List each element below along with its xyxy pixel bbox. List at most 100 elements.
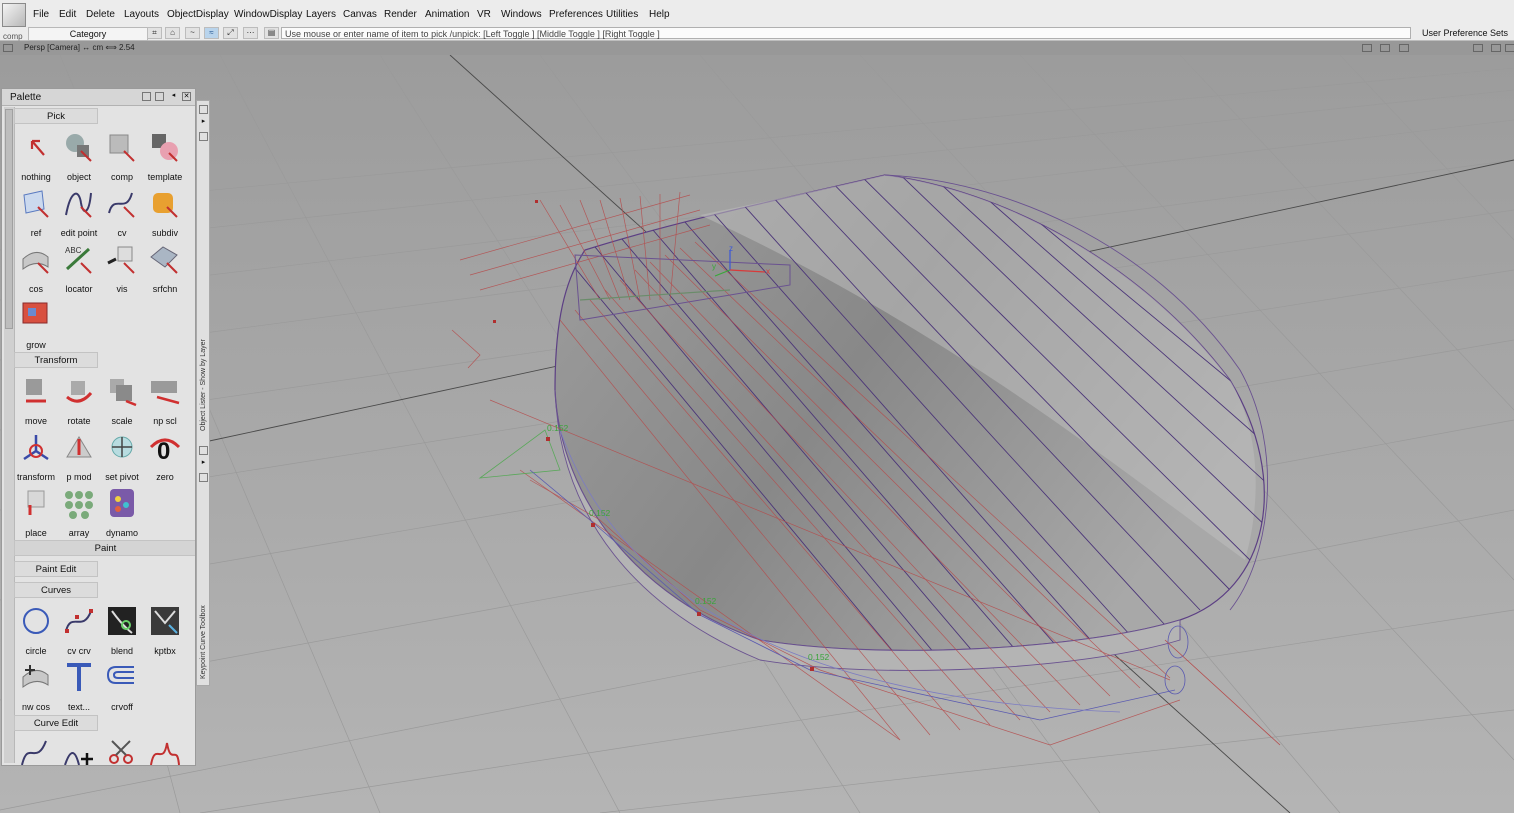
- palette-scrollbar[interactable]: [4, 107, 15, 763]
- tool-dynamo[interactable]: dynamo: [101, 485, 143, 541]
- viewport-close-icon[interactable]: [3, 44, 13, 52]
- palette-list-icon[interactable]: [155, 92, 164, 101]
- pick-template-icon: [152, 134, 178, 162]
- menu-layers[interactable]: Layers: [306, 9, 336, 20]
- tool-np-scl[interactable]: np scl: [144, 373, 186, 429]
- scale-icon: [110, 379, 137, 407]
- place-icon: [27, 490, 45, 515]
- section-pick[interactable]: Pick: [14, 108, 98, 124]
- filter-more-icon[interactable]: ⋯: [243, 27, 258, 39]
- tool-vis[interactable]: vis: [101, 241, 143, 297]
- object-lister-close-icon[interactable]: [199, 105, 208, 114]
- menu-edit[interactable]: Edit: [59, 9, 76, 20]
- pick-comp-icon[interactable]: [2, 3, 26, 27]
- tool-ref[interactable]: ref: [15, 185, 57, 241]
- tool-subdiv[interactable]: subdiv: [144, 185, 186, 241]
- tool-locator[interactable]: ABC locator: [58, 241, 100, 297]
- section-transform[interactable]: Transform: [14, 352, 98, 368]
- view-maximize-icon[interactable]: [1491, 44, 1501, 52]
- keypoint-toolbox-menu-icon[interactable]: [199, 473, 208, 482]
- tool-transform[interactable]: transform: [15, 429, 57, 485]
- tool-label: grow: [26, 340, 46, 350]
- filter-surface-icon[interactable]: ⌂: [165, 27, 180, 39]
- object-lister-label: Object Lister - Show by Layer: [200, 339, 207, 431]
- transform-icon: [23, 435, 49, 461]
- tool-curve-edit-3[interactable]: [101, 735, 143, 765]
- section-curves[interactable]: Curves: [14, 582, 98, 598]
- tool-cv[interactable]: cv: [101, 185, 143, 241]
- tool-template[interactable]: template: [144, 129, 186, 185]
- tool-kptbx[interactable]: kptbx: [144, 603, 186, 659]
- menu-bar: File Edit Delete Layouts ObjectDisplay W…: [0, 0, 1514, 28]
- menu-layouts[interactable]: Layouts: [124, 9, 159, 20]
- view-wire-icon[interactable]: [1380, 44, 1390, 52]
- tool-curve-edit-1[interactable]: [15, 735, 57, 765]
- menu-windows[interactable]: Windows: [501, 9, 542, 20]
- section-curve-edit[interactable]: Curve Edit: [14, 715, 98, 731]
- menu-animation[interactable]: Animation: [425, 9, 469, 20]
- tool-set-pivot[interactable]: set pivot: [101, 429, 143, 485]
- tool-cv-crv[interactable]: cv crv: [58, 603, 100, 659]
- tool-curve-edit-2[interactable]: [58, 735, 100, 765]
- menu-file[interactable]: File: [33, 9, 49, 20]
- palette-scroll-thumb[interactable]: [5, 109, 13, 329]
- section-paint-edit[interactable]: Paint Edit: [14, 561, 98, 577]
- axis-label-z: z: [729, 244, 733, 253]
- menu-preferences[interactable]: Preferences: [549, 9, 603, 20]
- tool-move[interactable]: move: [15, 373, 57, 429]
- menu-delete[interactable]: Delete: [86, 9, 115, 20]
- filter-edit-icon[interactable]: ⤢: [223, 27, 238, 39]
- tool-place[interactable]: place: [15, 485, 57, 541]
- category-dropdown[interactable]: Category: [28, 27, 148, 41]
- tool-circle[interactable]: circle: [15, 603, 57, 659]
- filter-all-icon[interactable]: ⌗: [147, 27, 162, 39]
- view-shade-icon[interactable]: [1362, 44, 1372, 52]
- curve-edit-4-icon: [150, 742, 180, 765]
- keypoint-toolbox-close-icon[interactable]: [199, 446, 208, 455]
- tool-array[interactable]: array: [58, 485, 100, 541]
- palette-arrow-icon[interactable]: ◂: [169, 92, 178, 101]
- object-lister-arrow-icon[interactable]: ▸: [199, 118, 208, 127]
- prompt-menu-icon[interactable]: ▤: [264, 27, 279, 39]
- menu-windowdisplay[interactable]: WindowDisplay: [234, 9, 302, 20]
- view-grid-icon[interactable]: [1399, 44, 1409, 52]
- np-scale-icon: [151, 381, 180, 405]
- tool-edit-point[interactable]: edit point: [58, 185, 100, 241]
- palette-titlebar[interactable]: Palette ◂ ✕: [2, 89, 195, 106]
- tool-rotate[interactable]: rotate: [58, 373, 100, 429]
- tool-grow[interactable]: grow: [15, 297, 57, 353]
- view-close-icon[interactable]: [1505, 44, 1514, 52]
- palette-layout-icon[interactable]: [142, 92, 151, 101]
- tool-comp[interactable]: comp: [101, 129, 143, 185]
- user-preference-sets-button[interactable]: User Preference Sets: [1422, 27, 1508, 40]
- tool-nothing[interactable]: nothing: [15, 129, 57, 185]
- viewport-titlebar: [0, 41, 1514, 55]
- tool-nw-cos[interactable]: nw cos: [15, 659, 57, 715]
- tool-zero[interactable]: 0 zero: [144, 429, 186, 485]
- menu-utilities[interactable]: Utilities: [606, 9, 638, 20]
- tool-object[interactable]: object: [58, 129, 100, 185]
- tool-curve-edit-4[interactable]: [144, 735, 186, 765]
- view-layout-icon[interactable]: [1473, 44, 1483, 52]
- object-lister-menu-icon[interactable]: [199, 132, 208, 141]
- menu-objectdisplay[interactable]: ObjectDisplay: [167, 9, 229, 20]
- tool-cos[interactable]: cos: [15, 241, 57, 297]
- filter-cv-icon[interactable]: ≈: [204, 27, 219, 39]
- axis-label-x: x: [766, 267, 770, 276]
- filter-curve-icon[interactable]: ~: [185, 27, 200, 39]
- pick-prompt-field[interactable]: Use mouse or enter name of item to pick …: [281, 27, 1411, 39]
- tool-scale[interactable]: scale: [101, 373, 143, 429]
- menu-help[interactable]: Help: [649, 9, 670, 20]
- tool-srfchn[interactable]: srfchn: [144, 241, 186, 297]
- tool-crvoff[interactable]: crvoff: [101, 659, 143, 715]
- palette-close-icon[interactable]: ✕: [182, 92, 191, 101]
- menu-vr[interactable]: VR: [477, 9, 491, 20]
- menu-render[interactable]: Render: [384, 9, 417, 20]
- tool-text[interactable]: text...: [58, 659, 100, 715]
- tool-p-mod[interactable]: p mod: [58, 429, 100, 485]
- perspective-viewport[interactable]: [0, 55, 1514, 813]
- tool-blend[interactable]: blend: [101, 603, 143, 659]
- menu-canvas[interactable]: Canvas: [343, 9, 377, 20]
- section-paint[interactable]: Paint: [14, 540, 195, 556]
- keypoint-toolbox-arrow-icon[interactable]: ▸: [199, 459, 208, 468]
